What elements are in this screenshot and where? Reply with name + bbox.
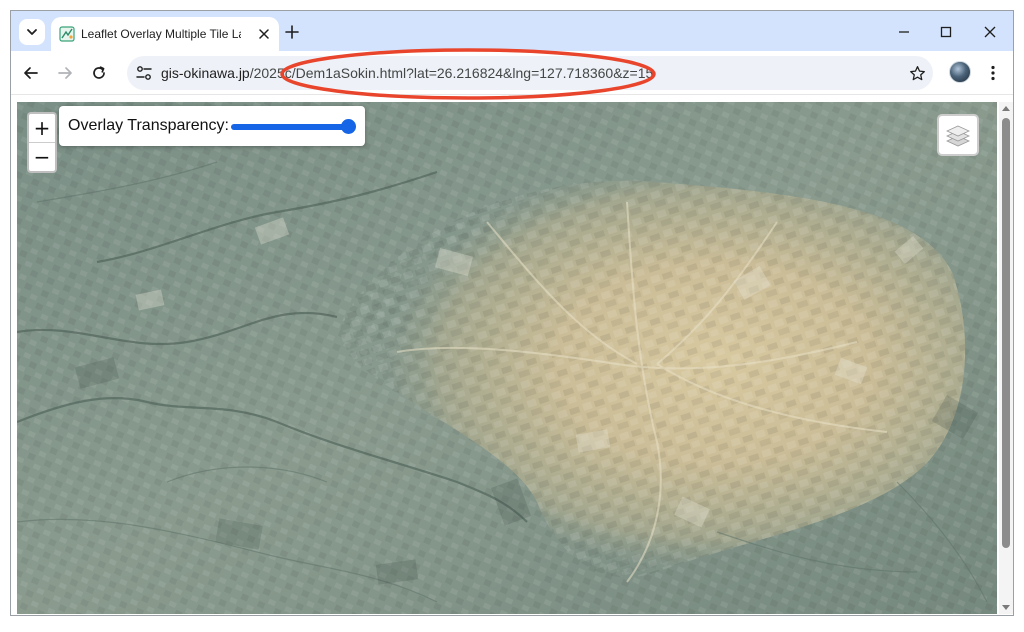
kebab-menu-icon bbox=[991, 65, 995, 81]
chevron-down-icon bbox=[27, 29, 37, 35]
zoom-in-button[interactable]: + bbox=[29, 114, 55, 142]
tab-title: Leaflet Overlay Multiple Tile Layers bbox=[81, 27, 241, 41]
avatar[interactable] bbox=[949, 61, 971, 83]
arrow-right-icon bbox=[58, 67, 72, 79]
menu-button[interactable] bbox=[985, 61, 1001, 85]
zoom-control: + − bbox=[27, 112, 57, 173]
opacity-slider-thumb[interactable] bbox=[340, 119, 356, 134]
tab-strip: Leaflet Overlay Multiple Tile Layers bbox=[11, 11, 1013, 51]
arrow-left-icon bbox=[24, 67, 38, 79]
window-close-button[interactable] bbox=[977, 19, 1003, 45]
star-icon bbox=[909, 65, 925, 80]
close-icon bbox=[984, 26, 996, 38]
maximize-button[interactable] bbox=[933, 19, 959, 45]
map-favicon-icon bbox=[59, 26, 75, 42]
browser-window: Leaflet Overlay Multiple Tile Layers bbox=[10, 10, 1014, 616]
browser-toolbar: gis-okinawa.jp/2025c/Dem1aSokin.html?lat… bbox=[11, 51, 1013, 95]
back-button[interactable] bbox=[19, 61, 43, 85]
layers-button[interactable] bbox=[937, 114, 979, 156]
minimize-icon bbox=[899, 31, 909, 33]
zoom-out-button[interactable]: − bbox=[29, 142, 55, 170]
terrain-map[interactable] bbox=[17, 102, 997, 614]
reload-icon bbox=[93, 66, 105, 79]
tune-icon[interactable] bbox=[135, 64, 153, 82]
opacity-label: Overlay Transparency: bbox=[68, 117, 229, 134]
page-scrollbar[interactable] bbox=[999, 102, 1013, 614]
scroll-down-arrow-icon[interactable] bbox=[1002, 604, 1010, 612]
url-path: /2025c/Dem1aSokin.html?lat=26.216824&lng… bbox=[249, 65, 654, 81]
new-tab-button[interactable] bbox=[281, 21, 303, 43]
reload-button[interactable] bbox=[87, 61, 111, 85]
maximize-icon bbox=[940, 26, 952, 38]
url-host: gis-okinawa.jp bbox=[161, 65, 250, 81]
plus-icon bbox=[285, 25, 299, 39]
scroll-up-arrow-icon[interactable] bbox=[1002, 104, 1010, 112]
address-bar[interactable]: gis-okinawa.jp/2025c/Dem1aSokin.html?lat… bbox=[127, 56, 933, 90]
map-container[interactable]: + − Overlay Transparency: bbox=[17, 102, 997, 614]
opacity-slider[interactable] bbox=[231, 124, 349, 130]
bookmark-button[interactable] bbox=[907, 63, 927, 83]
tab-active[interactable]: Leaflet Overlay Multiple Tile Layers bbox=[51, 17, 279, 51]
forward-button[interactable] bbox=[53, 61, 77, 85]
layers-icon bbox=[946, 125, 970, 147]
url-text: gis-okinawa.jp/2025c/Dem1aSokin.html?lat… bbox=[161, 64, 653, 82]
close-icon bbox=[259, 29, 269, 39]
tab-close-button[interactable] bbox=[255, 25, 273, 43]
minimize-button[interactable] bbox=[891, 19, 917, 45]
scroll-thumb[interactable] bbox=[1002, 118, 1010, 548]
tab-search-button[interactable] bbox=[19, 19, 45, 45]
opacity-control: Overlay Transparency: bbox=[59, 106, 365, 146]
